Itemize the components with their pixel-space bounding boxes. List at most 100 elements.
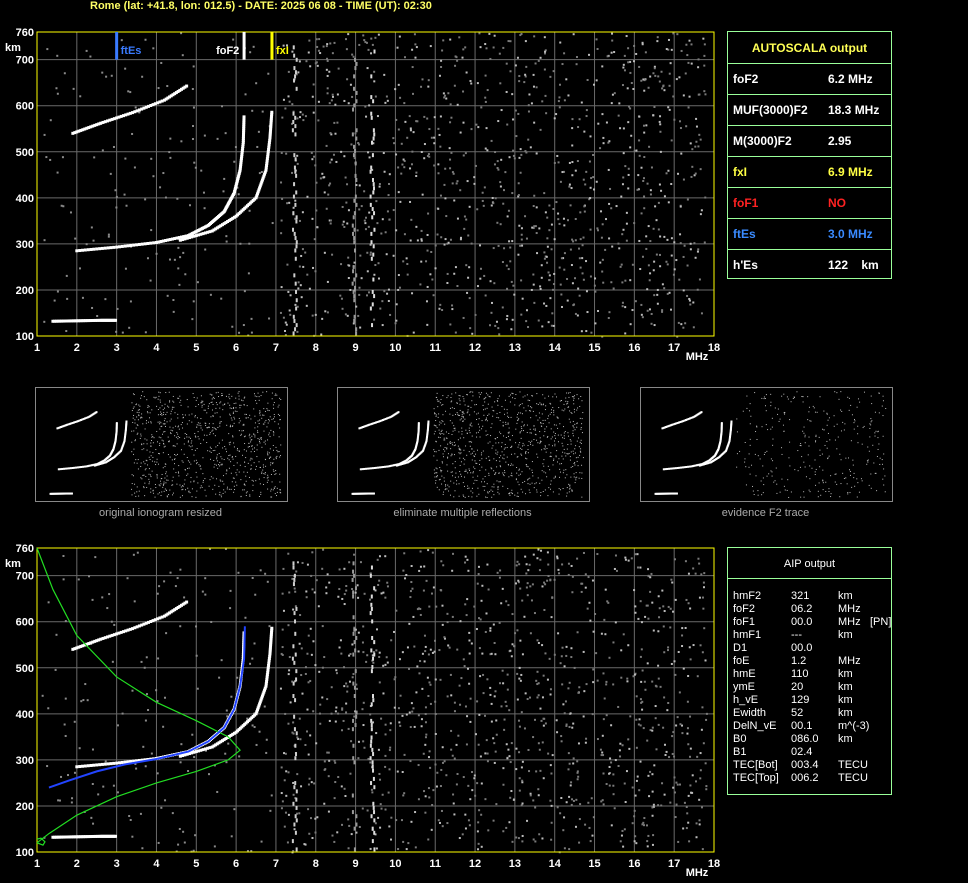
- noise-dot: [231, 481, 233, 483]
- noise-dot: [469, 327, 472, 330]
- noise-dot: [571, 282, 574, 285]
- noise-dot: [656, 36, 659, 39]
- interference-dot: [295, 797, 298, 802]
- noise-dot: [538, 748, 541, 751]
- noise-dot: [274, 421, 276, 423]
- interference-dot: [294, 756, 297, 761]
- trace-point: [106, 762, 110, 766]
- noise-dot: [264, 443, 266, 445]
- noise-dot: [560, 257, 563, 260]
- noise-dot: [586, 78, 589, 81]
- noise-dot: [550, 804, 553, 807]
- noise-dot: [436, 771, 439, 774]
- noise-dot: [219, 421, 221, 423]
- noise-dot: [401, 770, 404, 773]
- noise-dot: [388, 768, 391, 771]
- noise-dot: [178, 283, 181, 286]
- noise-dot: [641, 669, 644, 672]
- noise-dot: [397, 848, 400, 851]
- noise-dot: [291, 577, 294, 580]
- noise-dot: [663, 235, 666, 238]
- noise-dot: [140, 660, 143, 663]
- noise-dot: [304, 672, 307, 675]
- noise-dot: [644, 688, 647, 691]
- noise-dot: [168, 391, 170, 393]
- noise-dot: [259, 437, 261, 439]
- noise-dot: [168, 406, 170, 408]
- noise-dot: [253, 433, 255, 435]
- noise-dot: [516, 56, 519, 59]
- noise-dot: [545, 451, 547, 453]
- interference-dot: [373, 132, 376, 137]
- noise-dot: [666, 292, 669, 295]
- noise-dot: [645, 124, 648, 127]
- noise-dot: [348, 824, 351, 827]
- noise-dot: [507, 748, 510, 751]
- noise-dot: [547, 321, 550, 324]
- noise-dot: [140, 462, 142, 464]
- noise-dot: [552, 288, 555, 291]
- noise-dot: [527, 748, 530, 751]
- noise-dot: [402, 260, 405, 263]
- noise-dot: [546, 261, 549, 264]
- noise-dot: [556, 450, 558, 452]
- noise-dot: [532, 73, 535, 76]
- noise-dot: [544, 50, 547, 53]
- noise-dot: [309, 627, 312, 630]
- noise-dot: [328, 70, 331, 73]
- noise-dot: [277, 406, 279, 408]
- noise-dot: [639, 655, 642, 658]
- noise-dot: [150, 752, 153, 755]
- noise-dot: [164, 403, 166, 405]
- noise-dot: [281, 800, 284, 803]
- noise-dot: [529, 696, 532, 699]
- noise-dot: [296, 162, 299, 165]
- noise-dot: [239, 420, 241, 422]
- noise-dot: [553, 414, 555, 416]
- noise-dot: [368, 211, 371, 214]
- noise-dot: [265, 738, 268, 741]
- noise-dot: [91, 598, 94, 601]
- noise-dot: [193, 756, 196, 759]
- noise-dot: [157, 414, 159, 416]
- noise-dot: [221, 458, 223, 460]
- noise-dot: [252, 484, 254, 486]
- noise-dot: [276, 394, 278, 396]
- noise-dot: [563, 268, 566, 271]
- noise-dot: [403, 233, 406, 236]
- noise-dot: [166, 294, 169, 297]
- noise-dot: [241, 399, 243, 401]
- noise-dot: [169, 401, 171, 403]
- noise-dot: [464, 603, 467, 606]
- noise-dot: [317, 100, 320, 103]
- noise-dot: [147, 405, 149, 407]
- noise-dot: [133, 414, 135, 416]
- trace-point: [132, 243, 136, 247]
- noise-dot: [677, 651, 680, 654]
- noise-dot: [145, 693, 148, 696]
- noise-dot: [177, 397, 179, 399]
- noise-dot: [279, 456, 281, 458]
- noise-dot: [146, 399, 148, 401]
- noise-dot: [134, 492, 136, 494]
- noise-dot: [368, 156, 371, 159]
- noise-dot: [367, 757, 370, 760]
- noise-dot: [512, 154, 515, 157]
- noise-dot: [334, 720, 337, 723]
- interference-dot: [293, 660, 296, 665]
- noise-dot: [299, 738, 302, 741]
- interference-dot: [353, 211, 356, 216]
- noise-dot: [597, 229, 600, 232]
- noise-dot: [439, 421, 441, 423]
- noise-dot: [181, 422, 183, 424]
- interference-dot: [372, 244, 375, 249]
- interference-dot: [352, 594, 355, 599]
- noise-dot: [272, 489, 274, 491]
- noise-dot: [164, 431, 166, 433]
- noise-dot: [643, 195, 646, 198]
- noise-dot: [145, 476, 147, 478]
- noise-dot: [476, 418, 478, 420]
- noise-dot: [514, 632, 517, 635]
- x-tick-label: 5: [193, 858, 199, 870]
- noise-dot: [640, 79, 643, 82]
